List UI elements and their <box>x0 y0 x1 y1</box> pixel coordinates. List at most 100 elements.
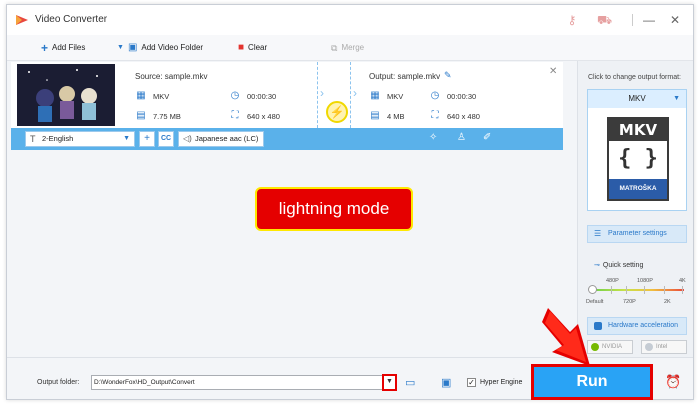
parameter-settings-button[interactable]: ☰ Parameter settings <box>587 225 687 243</box>
minimize-button[interactable]: — <box>641 12 657 28</box>
divider-right <box>350 62 351 128</box>
file-size-icon: ▤ <box>136 110 146 121</box>
format-header: MKV ▼ <box>588 90 686 108</box>
chevron-right-icon-2: › <box>353 86 357 100</box>
subtitle-select[interactable]: T 2-English ▼ <box>25 131 135 147</box>
chevron-right-icon: › <box>320 86 324 100</box>
title-bar: Video Converter ⚷ ⛟ — ✕ <box>7 5 693 35</box>
output-folder-input[interactable]: D:\WonderFox\HD_Output\Convert <box>91 375 397 390</box>
text-icon: T <box>30 134 36 144</box>
add-video-folder-label: Add Video Folder <box>141 43 204 52</box>
watermark-icon[interactable]: ♙ <box>457 132 466 143</box>
source-duration: ◷ 00:00:30 <box>229 90 277 102</box>
merge-label: Merge <box>341 43 365 52</box>
merge-icon: ⧉ <box>331 43 338 53</box>
edit-icon[interactable]: ✐ <box>483 132 491 143</box>
trash-icon: ■ <box>238 42 245 53</box>
close-button[interactable]: ✕ <box>667 12 683 28</box>
slider-tick <box>664 286 665 294</box>
clock-icon-output: ◷ <box>430 90 440 101</box>
titlebar-divider <box>632 14 633 26</box>
effects-wand-icon[interactable]: ✧ <box>429 132 437 143</box>
output-filename: Output: sample.mkv <box>369 72 441 81</box>
quality-default: Default <box>586 299 604 305</box>
source-size: ▤ 7.75 MB <box>135 110 181 122</box>
output-folder-dropdown[interactable]: ▼ <box>382 374 397 391</box>
output-format-selector[interactable]: MKV ▼ MKV { } MATROŠKA <box>587 89 687 211</box>
speaker-icon: ◁) <box>183 134 192 143</box>
source-duration-value: 00:00:30 <box>247 91 277 101</box>
source-resolution-value: 640 x 480 <box>247 111 280 121</box>
file-item[interactable]: Source: sample.mkv ▦ MKV ◷ 00:00:30 ▤ 7.75 … <box>11 62 563 128</box>
cc-icon[interactable]: CC <box>158 131 174 147</box>
key-icon[interactable]: ⚷ <box>565 13 579 27</box>
edit-name-icon[interactable]: ✎ <box>444 70 452 81</box>
pointer-arrow-icon <box>542 308 590 366</box>
track-bar: T 2-English ▼ + CC ◁) Japanese aac (LC) … <box>11 128 563 150</box>
quality-slider-track[interactable] <box>592 289 684 291</box>
hyper-engine-checkbox[interactable]: ✓ Hyper Engine <box>467 378 522 387</box>
intel-toggle[interactable]: Intel <box>641 340 687 354</box>
output-duration: ◷ 00:00:30 <box>429 90 477 102</box>
intel-icon <box>645 343 653 351</box>
chevron-down-icon: ▼ <box>673 95 680 102</box>
intel-label: Intel <box>656 344 668 350</box>
quality-4k: 4K <box>679 278 686 284</box>
output-format: ▦ MKV <box>369 90 403 102</box>
file-size-icon-output: ▤ <box>370 110 380 121</box>
resolution-icon-output: ⛶ <box>431 110 439 121</box>
add-files-button[interactable]: + Add Files <box>41 41 85 55</box>
plus-icon: + <box>41 41 49 55</box>
output-resolution: ⛶ 640 x 480 <box>429 110 480 122</box>
merge-button[interactable]: ⧉ Merge <box>331 41 364 55</box>
add-video-folder-button[interactable]: ▼ ▣ Add Video Folder <box>117 41 203 55</box>
audio-select[interactable]: ◁) Japanese aac (LC) <box>178 131 264 147</box>
folder-open-icon[interactable]: ▭ <box>405 376 415 389</box>
lightning-icon[interactable]: ⚡ <box>326 101 348 123</box>
slider-tick <box>644 286 645 294</box>
subtitle-value: 2-English <box>42 134 74 143</box>
output-format-value: MKV <box>387 91 404 101</box>
quality-slider-knob[interactable] <box>588 285 597 294</box>
add-subtitle-button[interactable]: + <box>139 131 155 147</box>
mkv-logo-brand: MATROŠKA <box>609 179 667 199</box>
slider-tick <box>682 286 683 294</box>
clear-label: Clear <box>248 43 268 52</box>
audio-value: Japanese aac (LC) <box>195 134 259 143</box>
parameter-settings-label: Parameter settings <box>608 230 667 237</box>
clear-button[interactable]: ■ Clear <box>238 41 267 55</box>
mkv-logo-title: MKV <box>609 119 667 141</box>
clock-icon: ◷ <box>230 90 240 101</box>
source-size-value: 7.75 MB <box>153 111 181 121</box>
mkv-logo: MKV { } MATROŠKA <box>607 117 669 201</box>
app-title: Video Converter <box>35 14 108 25</box>
video-thumbnail <box>17 64 115 126</box>
cart-icon[interactable]: ⛟ <box>597 13 612 27</box>
format-name: MKV <box>628 94 646 103</box>
toolbar: + Add Files ▼ ▣ Add Video Folder ■ Clear… <box>7 35 693 61</box>
output-resolution-value: 640 x 480 <box>447 111 480 121</box>
slider-tick <box>626 286 627 294</box>
chevron-down-icon: ▼ <box>117 44 124 51</box>
output-size-value: 4 MB <box>387 111 405 121</box>
output-duration-value: 00:00:30 <box>447 91 477 101</box>
source-resolution: ⛶ 640 x 480 <box>229 110 280 122</box>
remove-file-icon[interactable]: ✕ <box>549 66 557 77</box>
hyper-engine-label: Hyper Engine <box>480 379 523 386</box>
film-icon: ▦ <box>136 90 146 101</box>
checkbox-checked-icon: ✓ <box>467 378 476 387</box>
file-list: Source: sample.mkv ▦ MKV ◷ 00:00:30 ▤ 7.75 … <box>7 61 575 357</box>
quality-480p: 480P <box>606 278 619 284</box>
slider-tick <box>611 286 612 294</box>
source-format: ▦ MKV <box>135 90 169 102</box>
hardware-acceleration-button[interactable]: Hardware acceleration <box>587 317 687 335</box>
alarm-clock-icon[interactable]: ⏰ <box>665 374 681 390</box>
format-hint: Click to change output format: <box>588 74 681 81</box>
hardware-acceleration-label: Hardware acceleration <box>608 322 679 329</box>
quality-720p: 720P <box>623 299 636 305</box>
braces-icon: { } <box>618 146 658 171</box>
chevron-down-icon: ▼ <box>123 135 130 142</box>
quick-setting-label: ⊸ Quick setting <box>594 261 643 269</box>
preview-folder-icon[interactable]: ▣ <box>441 376 451 389</box>
source-filename: Source: sample.mkv <box>135 72 208 81</box>
